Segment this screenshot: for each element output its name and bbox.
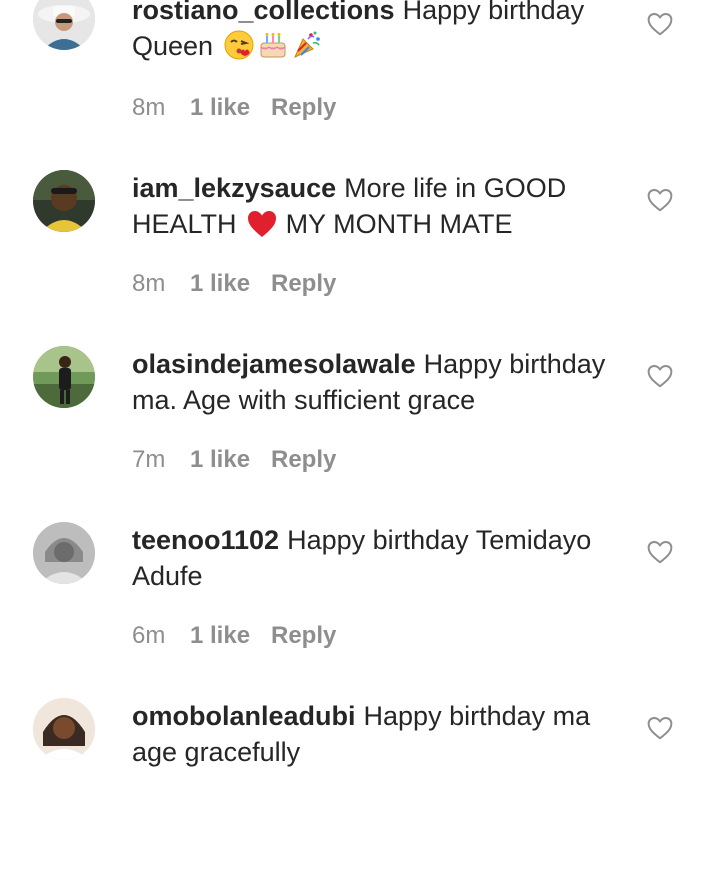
comment-item: olasindejamesolawale Happy birthday ma. A… (0, 344, 720, 520)
reply-button[interactable]: Reply (271, 269, 336, 299)
party-popper-emoji (291, 29, 323, 70)
comment-body: MY MONTH MATE (285, 209, 513, 239)
comment-item: teenoo1102 Happy birthday Temidayo Adufe … (0, 520, 720, 696)
comment-username[interactable]: olasindejamesolawale (132, 349, 416, 379)
comment-meta: 8m 1 like Reply (132, 93, 336, 123)
cake-emoji (257, 29, 289, 70)
comment-text: teenoo1102 Happy birthday Temidayo Adufe (132, 522, 612, 594)
reply-button[interactable]: Reply (271, 445, 336, 475)
reply-button[interactable]: Reply (271, 621, 336, 651)
avatar[interactable] (33, 698, 95, 760)
comment-text: rostiano_collections Happy birthday Queen (132, 0, 612, 70)
comment-list: rostiano_collections Happy birthday Queen (0, 0, 720, 799)
comment-meta: 8m 1 like Reply (132, 269, 336, 299)
comment-username[interactable]: iam_lekzysauce (132, 173, 336, 203)
comment-time: 8m (132, 94, 166, 121)
comment-like-count[interactable]: 1 like (190, 269, 271, 299)
kiss-emoji (223, 29, 255, 70)
avatar[interactable] (33, 522, 95, 584)
comment-text: olasindejamesolawale Happy birthday ma. A… (132, 346, 612, 418)
avatar[interactable] (33, 346, 95, 408)
comment-time: 8m (132, 270, 166, 297)
avatar[interactable] (33, 170, 95, 232)
red-heart-emoji (246, 209, 278, 248)
comment-item: rostiano_collections Happy birthday Queen (0, 0, 720, 168)
comment-like-count[interactable]: 1 like (190, 445, 271, 475)
comment-username[interactable]: omobolanleadubi (132, 701, 356, 731)
comment-text: iam_lekzysauce More life in GOOD HEALTH M… (132, 170, 612, 248)
comment-text: omobolanleadubi Happy birthday ma age gra… (132, 698, 612, 770)
heart-outline-icon[interactable] (647, 716, 673, 740)
comment-username[interactable]: teenoo1102 (132, 525, 279, 555)
comment-item: omobolanleadubi Happy birthday ma age gra… (0, 696, 720, 872)
comment-meta: 6m 1 like Reply (132, 621, 336, 651)
comment-time: 6m (132, 622, 166, 649)
comment-like-count[interactable]: 1 like (190, 621, 271, 651)
heart-outline-icon[interactable] (647, 540, 673, 564)
heart-outline-icon[interactable] (647, 188, 673, 212)
heart-outline-icon[interactable] (647, 12, 673, 36)
comment-meta: 7m 1 like Reply (132, 445, 336, 475)
heart-outline-icon[interactable] (647, 364, 673, 388)
reply-button[interactable]: Reply (271, 93, 336, 123)
comment-like-count[interactable]: 1 like (190, 93, 271, 123)
comment-time: 7m (132, 446, 166, 473)
comment-username[interactable]: rostiano_collections (132, 0, 395, 25)
avatar[interactable] (33, 0, 95, 50)
comment-item: iam_lekzysauce More life in GOOD HEALTH M… (0, 168, 720, 344)
